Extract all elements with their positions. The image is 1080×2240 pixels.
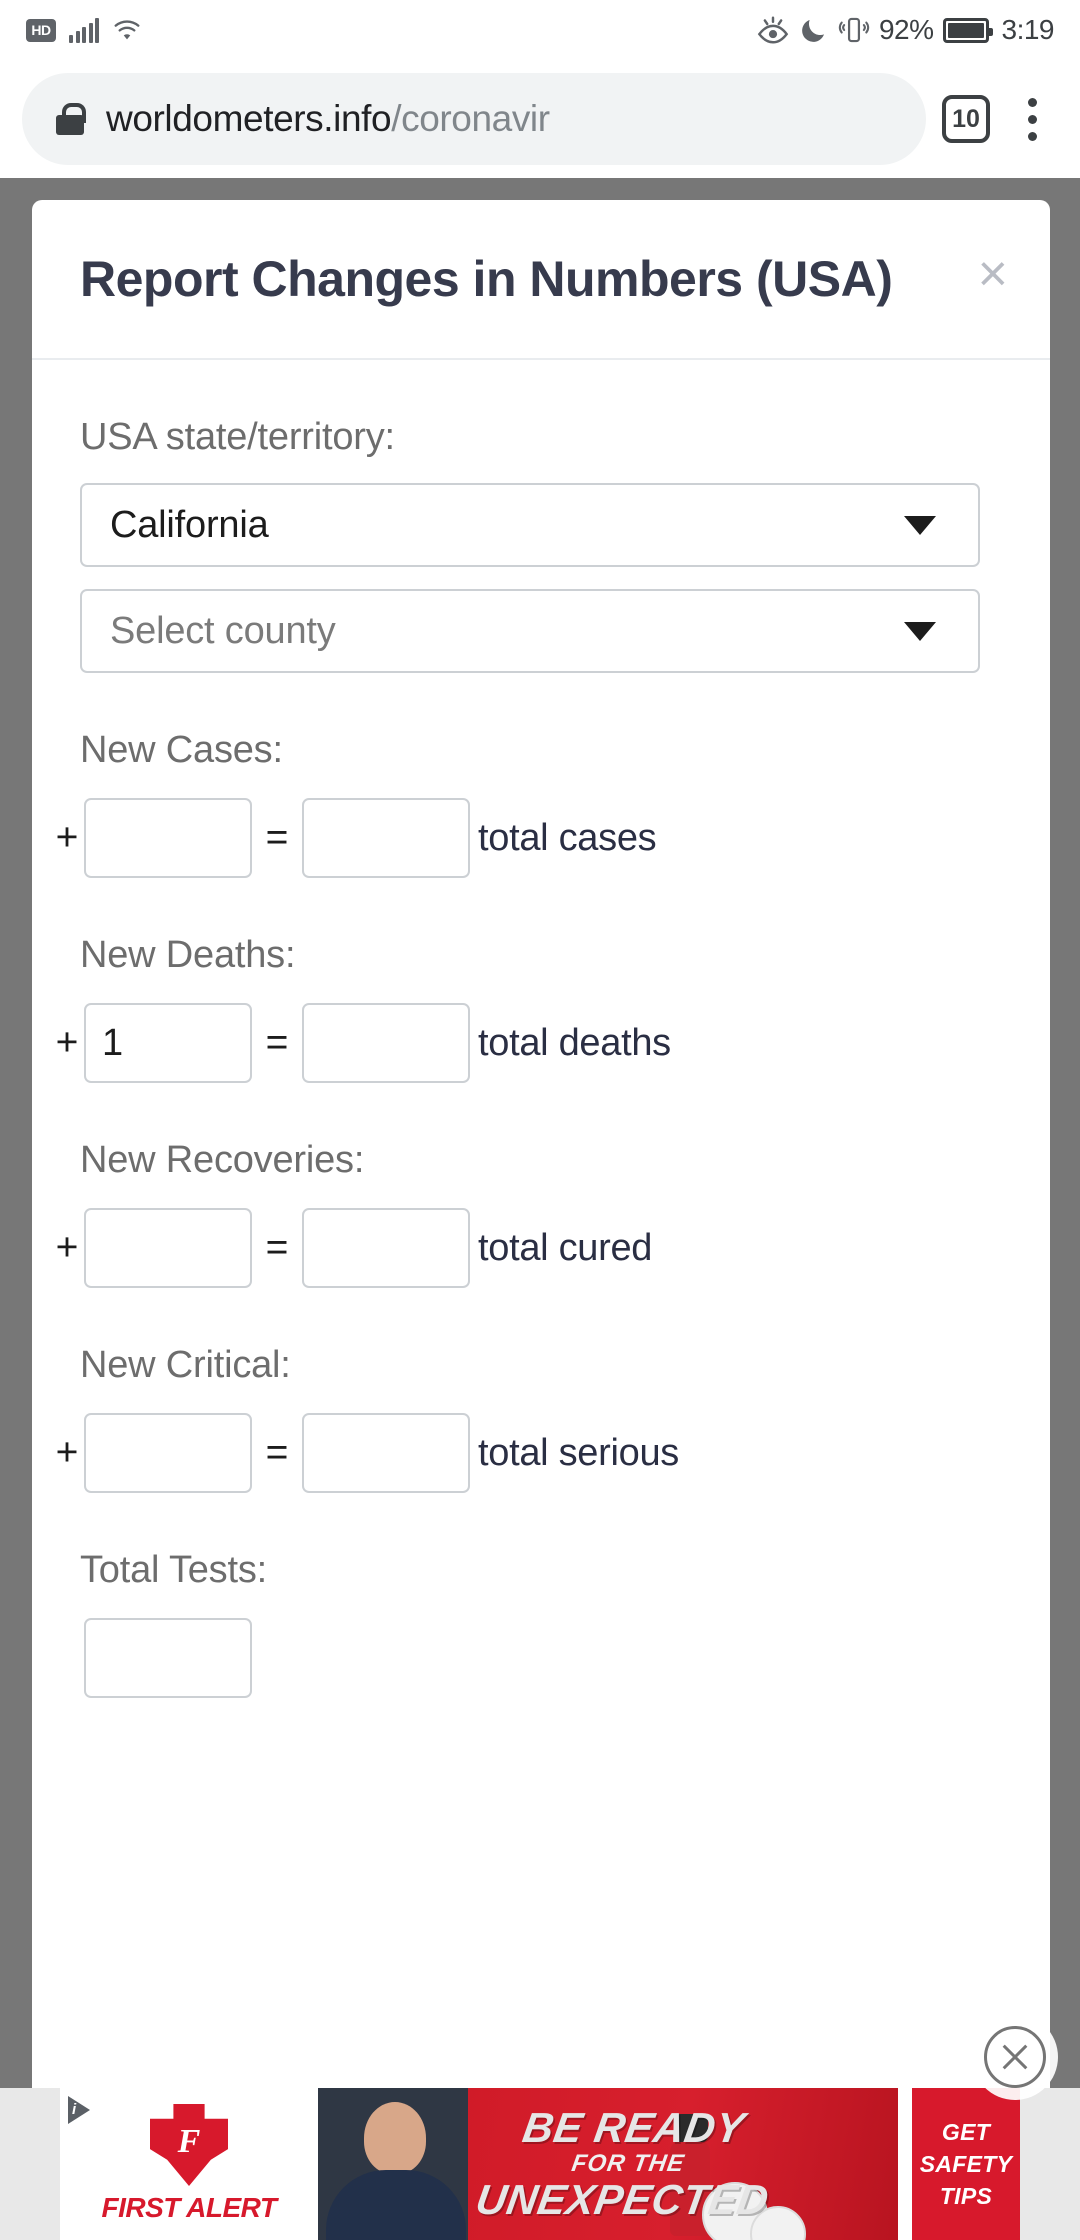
new-critical-input[interactable] — [84, 1413, 252, 1493]
close-ad-icon — [984, 2026, 1046, 2088]
total-tests-input[interactable] — [84, 1618, 252, 1698]
plus-sign: + — [55, 1021, 79, 1064]
total-tests-label: Total Tests: — [80, 1549, 267, 1591]
ad-cta-line-2: SAFETY — [919, 2150, 1013, 2177]
battery-icon — [942, 17, 993, 43]
chevron-down-icon — [904, 515, 936, 535]
plus-sign: + — [55, 816, 79, 859]
close-icon[interactable]: × — [978, 248, 1008, 300]
new-deaths-row: + 1 = total deaths — [50, 1003, 1002, 1083]
plus-sign: + — [55, 1226, 79, 1269]
county-select-value: Select county — [110, 609, 336, 652]
ad-creative[interactable]: F FIRST ALERT BE READY FOR THE UNEXPECTE… — [60, 2088, 1020, 2240]
status-bar: HD 92% 3:19 — [0, 0, 1080, 60]
status-bar-left: HD — [26, 17, 142, 43]
new-deaths-value: 1 — [102, 1021, 124, 1064]
kebab-menu-icon[interactable] — [1006, 89, 1058, 149]
battery-percent-label: 92% — [878, 14, 934, 45]
browser-toolbar: worldometers.info/coronavir 10 — [0, 60, 1080, 178]
ad-headline-line-1: BE READY — [519, 2104, 749, 2151]
plus-sign: + — [55, 1431, 79, 1474]
ad-cta-button[interactable]: GET SAFETY TIPS — [898, 2088, 1020, 2240]
url-domain: worldometers.info — [106, 98, 392, 139]
total-serious-input[interactable] — [302, 1413, 470, 1493]
report-changes-modal: Report Changes in Numbers (USA) × USA st… — [32, 200, 1050, 2210]
total-deaths-label: total deaths — [478, 1021, 671, 1064]
page-backdrop: Report Changes in Numbers (USA) × USA st… — [0, 178, 1080, 2240]
total-cured-label: total cured — [478, 1226, 653, 1269]
section-total-tests: Total Tests: — [80, 1549, 1002, 1698]
new-critical-row: + = total serious — [50, 1413, 1002, 1493]
ad-cta-line-1: GET — [941, 2118, 991, 2145]
ad-cta-line-3: TIPS — [939, 2182, 993, 2209]
new-cases-input[interactable] — [84, 798, 252, 878]
hd-icon: HD — [26, 18, 56, 42]
equals-sign: = — [265, 1431, 289, 1474]
ad-headline-line-3: UNEXPECTED — [472, 2176, 773, 2223]
lock-icon — [56, 103, 86, 135]
signal-bars-icon — [69, 17, 99, 43]
ad-headline-line-2: FOR THE — [569, 2150, 687, 2177]
wifi-icon — [114, 20, 140, 40]
equals-sign: = — [265, 1021, 289, 1064]
status-bar-right: 92% 3:19 — [756, 14, 1054, 46]
modal-header: Report Changes in Numbers (USA) × — [32, 200, 1050, 360]
county-select[interactable]: Select county — [80, 589, 980, 673]
total-cases-input[interactable] — [302, 798, 470, 878]
vibrate-icon — [838, 17, 870, 43]
state-field-label: USA state/territory: — [80, 416, 395, 458]
ad-brand-name: FIRST ALERT — [101, 2192, 277, 2223]
new-critical-label: New Critical: — [80, 1344, 291, 1386]
ad-brand-panel: F FIRST ALERT — [60, 2088, 318, 2240]
first-alert-shield-icon: F — [150, 2104, 228, 2186]
shield-letter: F — [177, 2123, 201, 2160]
total-serious-label: total serious — [478, 1431, 679, 1474]
do-not-disturb-moon-icon — [802, 20, 824, 42]
url-path: /coronavir — [391, 98, 550, 139]
section-new-cases: New Cases: + = total cases — [56, 729, 1002, 878]
total-cured-input[interactable] — [302, 1208, 470, 1288]
ad-copy: BE READY FOR THE UNEXPECTED — [472, 2104, 783, 2223]
new-deaths-input[interactable]: 1 — [84, 1003, 252, 1083]
tab-switcher-button[interactable]: 10 — [942, 95, 990, 143]
eye-comfort-icon — [757, 16, 789, 44]
address-bar[interactable]: worldometers.info/coronavir — [22, 73, 926, 165]
new-recoveries-row: + = total cured — [50, 1208, 1002, 1288]
total-cases-label: total cases — [478, 816, 657, 859]
new-cases-row: + = total cases — [50, 798, 1002, 878]
close-ad-button[interactable] — [972, 2014, 1058, 2100]
equals-sign: = — [265, 816, 289, 859]
modal-body: USA state/territory: California Select c… — [32, 360, 1050, 1698]
equals-sign: = — [265, 1226, 289, 1269]
new-recoveries-label: New Recoveries: — [80, 1139, 365, 1181]
chevron-down-icon — [904, 621, 936, 641]
section-new-deaths: New Deaths: + 1 = total deaths — [56, 934, 1002, 1083]
total-tests-row — [50, 1618, 1002, 1698]
total-deaths-input[interactable] — [302, 1003, 470, 1083]
new-deaths-label: New Deaths: — [80, 934, 296, 976]
ad-headline-panel[interactable]: BE READY FOR THE UNEXPECTED — [318, 2088, 898, 2240]
state-select[interactable]: California — [80, 483, 980, 567]
new-cases-label: New Cases: — [80, 729, 283, 771]
ad-choices-icon[interactable] — [68, 2096, 90, 2124]
new-recoveries-input[interactable] — [84, 1208, 252, 1288]
state-select-value: California — [110, 503, 269, 546]
section-new-critical: New Critical: + = total serious — [56, 1344, 1002, 1493]
page-title: Report Changes in Numbers (USA) — [80, 251, 893, 307]
status-bar-clock: 3:19 — [1001, 14, 1055, 45]
url-text: worldometers.info/coronavir — [106, 98, 550, 140]
ad-banner[interactable]: F FIRST ALERT BE READY FOR THE UNEXPECTE… — [0, 2088, 1080, 2240]
section-new-recoveries: New Recoveries: + = total cured — [56, 1139, 1002, 1288]
ad-person-image — [318, 2088, 468, 2240]
